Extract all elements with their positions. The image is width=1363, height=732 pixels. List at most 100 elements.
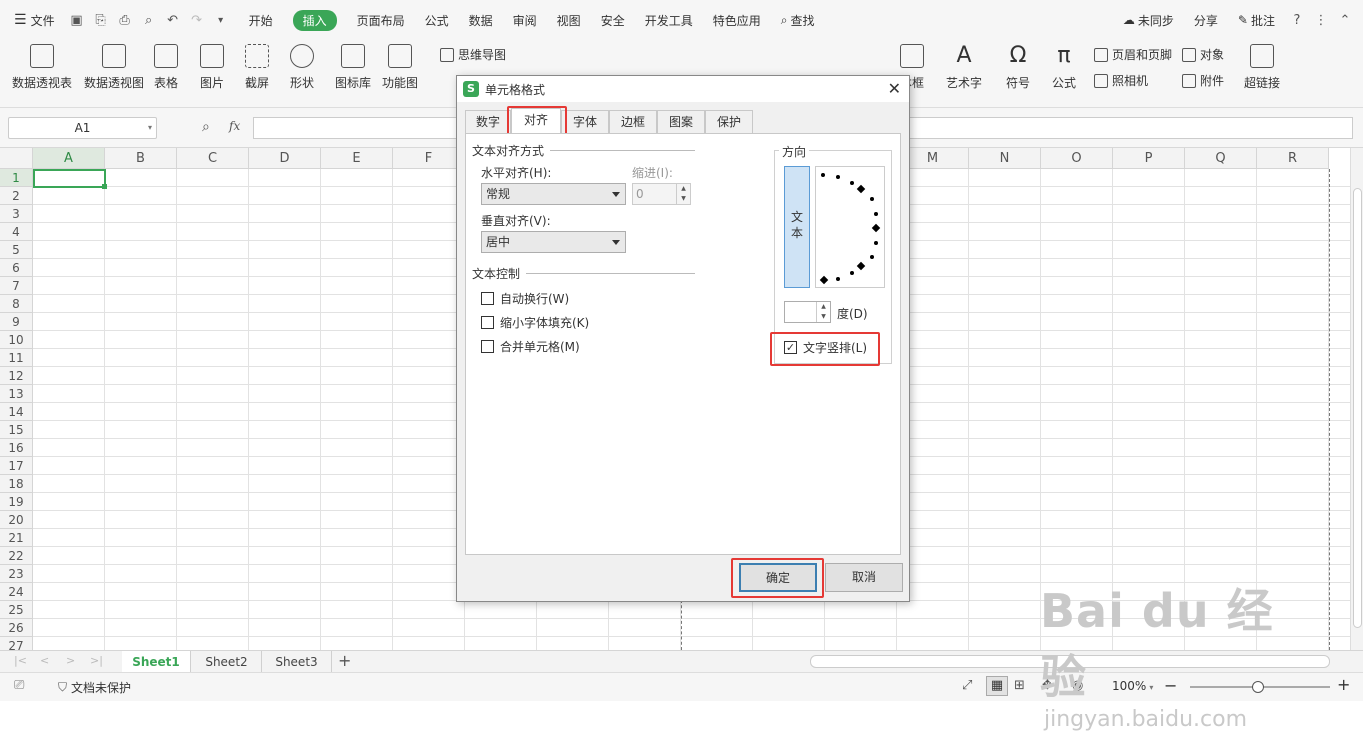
tab-number[interactable]: 数字 — [465, 110, 511, 134]
column-header[interactable]: A — [33, 148, 105, 169]
row-header[interactable]: 10 — [0, 331, 33, 349]
tab-developer[interactable]: 开发工具 — [635, 0, 703, 40]
last-sheet-icon[interactable]: >| — [90, 654, 103, 667]
shapes-button[interactable]: 形状 — [290, 44, 314, 91]
tab-review[interactable]: 审阅 — [503, 0, 547, 40]
sheet-tab-sheet3[interactable]: Sheet3 — [262, 651, 332, 673]
row-header[interactable]: 7 — [0, 277, 33, 295]
document-protection-status[interactable]: ⛉ 文档未保护 — [58, 679, 131, 696]
row-header[interactable]: 13 — [0, 385, 33, 403]
quick-access-more-icon[interactable]: ▾ — [209, 0, 233, 40]
format-painter-icon[interactable]: ⎘ — [89, 0, 113, 40]
row-header[interactable]: 27 — [0, 637, 33, 650]
save-icon[interactable]: ▣ — [65, 0, 89, 40]
tab-protection[interactable]: 保护 — [705, 110, 753, 134]
print-preview-icon[interactable]: ⌕ — [137, 0, 161, 40]
comment-button[interactable]: ✎ 批注 — [1228, 0, 1285, 40]
sync-button[interactable]: ☁ 未同步 — [1113, 0, 1184, 40]
column-header[interactable]: C — [177, 148, 249, 169]
close-icon[interactable]: ✕ — [888, 79, 901, 98]
fullscreen-icon[interactable]: ⤢ — [962, 678, 972, 693]
tab-formulas[interactable]: 公式 — [415, 0, 459, 40]
file-menu[interactable]: ☰ 文件 — [0, 0, 65, 40]
row-header[interactable]: 6 — [0, 259, 33, 277]
dialog-titlebar[interactable]: S 单元格格式 ✕ — [457, 76, 909, 102]
search-button[interactable]: ⌕ 查找 — [771, 0, 825, 40]
row-header[interactable]: 21 — [0, 529, 33, 547]
mindmap-button[interactable]: 思维导图 — [440, 46, 506, 63]
row-header[interactable]: 24 — [0, 583, 33, 601]
hyperlink-button[interactable]: 超链接 — [1244, 44, 1280, 91]
vertical-align-select[interactable]: 居中 — [481, 231, 626, 253]
redo-icon[interactable]: ↷ — [185, 0, 209, 40]
tab-pattern[interactable]: 图案 — [657, 110, 705, 134]
tab-page-layout[interactable]: 页面布局 — [347, 0, 415, 40]
merge-cells-checkbox[interactable]: 合并单元格(M) — [481, 338, 580, 355]
degree-stepper[interactable]: ▲ ▼ — [784, 301, 831, 323]
row-header[interactable]: 14 — [0, 403, 33, 421]
sheet-tab-sheet2[interactable]: Sheet2 — [192, 651, 262, 673]
vertical-text-sample[interactable]: 文本 — [784, 166, 810, 288]
normal-view-icon[interactable]: ▦ — [986, 676, 1008, 696]
row-header[interactable]: 2 — [0, 187, 33, 205]
undo-icon[interactable]: ↶ — [161, 0, 185, 40]
macro-icon[interactable]: ⎚ — [14, 678, 24, 693]
row-header[interactable]: 25 — [0, 601, 33, 619]
tab-security[interactable]: 安全 — [591, 0, 635, 40]
row-header[interactable]: 23 — [0, 565, 33, 583]
camera-button[interactable]: 照相机 — [1094, 72, 1148, 89]
wordart-button[interactable]: A 艺术字 — [946, 44, 982, 91]
attachment-button[interactable]: 附件 — [1182, 72, 1224, 89]
zoom-in-icon[interactable]: + — [1337, 675, 1350, 694]
row-header[interactable]: 3 — [0, 205, 33, 223]
tab-data[interactable]: 数据 — [459, 0, 503, 40]
pivot-chart-button[interactable]: 数据透视图 — [84, 44, 144, 91]
row-header[interactable]: 18 — [0, 475, 33, 493]
table-button[interactable]: 表格 — [154, 44, 178, 91]
row-header[interactable]: 12 — [0, 367, 33, 385]
help-icon[interactable]: ? — [1285, 0, 1309, 40]
tab-alignment[interactable]: 对齐 — [511, 108, 561, 134]
tab-insert[interactable]: 插入 — [283, 0, 347, 40]
collapse-ribbon-icon[interactable]: ⌃ — [1333, 0, 1357, 40]
row-header[interactable]: 19 — [0, 493, 33, 511]
vertical-text-checkbox[interactable]: ✓ 文字竖排(L) — [784, 339, 867, 356]
next-sheet-icon[interactable]: > — [66, 654, 75, 667]
share-button[interactable]: 分享 — [1184, 0, 1228, 40]
column-header[interactable]: F — [393, 148, 465, 169]
print-icon[interactable]: ⎙ — [113, 0, 137, 40]
first-sheet-icon[interactable]: |< — [14, 654, 27, 667]
more-icon[interactable]: ⋮ — [1309, 0, 1333, 40]
page-break-view-icon[interactable]: ⊞ — [1014, 678, 1025, 693]
column-header[interactable]: D — [249, 148, 321, 169]
column-header[interactable]: Q — [1185, 148, 1257, 169]
row-header[interactable]: 1 — [0, 169, 33, 187]
screenshot-button[interactable]: 截屏 — [245, 44, 269, 91]
object-button[interactable]: 对象 — [1182, 46, 1224, 63]
fill-handle[interactable] — [102, 184, 107, 189]
horizontal-align-select[interactable]: 常规 — [481, 183, 626, 205]
tab-home[interactable]: 开始 — [239, 0, 283, 40]
picture-button[interactable]: 图片 — [200, 44, 224, 91]
row-header[interactable]: 11 — [0, 349, 33, 367]
fx-icon[interactable]: fx — [229, 119, 240, 133]
add-sheet-icon[interactable]: + — [338, 651, 351, 670]
sheet-tab-sheet1[interactable]: Sheet1 — [122, 651, 191, 673]
row-header[interactable]: 5 — [0, 241, 33, 259]
icon-library-button[interactable]: 图标库 — [335, 44, 371, 91]
row-header[interactable]: 22 — [0, 547, 33, 565]
pivot-table-button[interactable]: 数据透视表 — [12, 44, 72, 91]
tab-special-apps[interactable]: 特色应用 — [703, 0, 771, 40]
symbol-button[interactable]: Ω 符号 — [1006, 44, 1030, 91]
column-header[interactable]: N — [969, 148, 1041, 169]
ok-button[interactable]: 确定 — [739, 563, 817, 592]
row-header[interactable]: 17 — [0, 457, 33, 475]
tab-border[interactable]: 边框 — [609, 110, 657, 134]
row-header[interactable]: 9 — [0, 313, 33, 331]
tab-font[interactable]: 字体 — [561, 110, 609, 134]
column-header[interactable]: O — [1041, 148, 1113, 169]
equation-button[interactable]: π 公式 — [1052, 44, 1076, 91]
shrink-to-fit-checkbox[interactable]: 缩小字体填充(K) — [481, 314, 589, 331]
select-all-corner[interactable] — [0, 148, 33, 169]
row-header[interactable]: 20 — [0, 511, 33, 529]
